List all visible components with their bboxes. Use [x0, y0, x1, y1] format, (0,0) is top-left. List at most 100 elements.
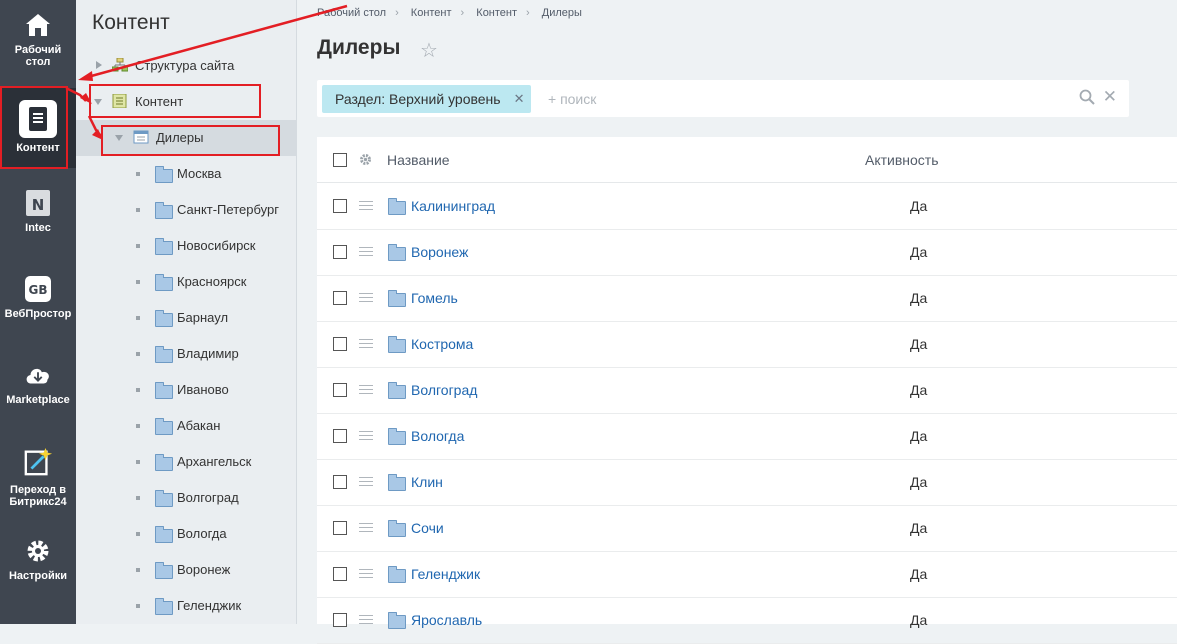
tree-item-label: Воронеж [177, 562, 231, 577]
column-header-name[interactable]: Название [387, 152, 450, 168]
filter-search-bar[interactable]: Раздел: Верхний уровень ✕ + поиск ✕ [317, 80, 1129, 117]
table-row[interactable]: Гомель Да [317, 275, 1177, 322]
bullet-icon [136, 568, 140, 572]
svg-text:N: N [32, 196, 45, 214]
table-row[interactable]: Кострома Да [317, 321, 1177, 368]
table-row[interactable]: Ярославль Да [317, 597, 1177, 644]
table-row[interactable]: Вологда Да [317, 413, 1177, 460]
tree-item-city[interactable]: Вологда [76, 516, 296, 552]
row-name-link[interactable]: Вологда [411, 428, 464, 444]
clear-search-icon[interactable]: ✕ [1103, 87, 1117, 107]
row-checkbox[interactable] [333, 475, 347, 489]
folder-icon [155, 598, 173, 615]
tree-item-city[interactable]: Барнаул [76, 300, 296, 336]
grid-header: Название Активность [317, 137, 1177, 183]
filter-chip-label: Раздел: Верхний уровень [335, 91, 501, 107]
tree-item-city[interactable]: Волгоград [76, 480, 296, 516]
table-row[interactable]: Геленджик Да [317, 551, 1177, 598]
row-name-link[interactable]: Волгоград [411, 382, 477, 398]
table-row[interactable]: Воронеж Да [317, 229, 1177, 276]
nav-item-bitrix24[interactable]: Переход в Битрикс24 [0, 444, 76, 508]
row-checkbox[interactable] [333, 567, 347, 581]
expand-arrow-icon[interactable] [96, 61, 102, 69]
column-header-activity[interactable]: Активность [865, 152, 939, 168]
annotation-highlight-content [89, 84, 261, 118]
folder-icon [388, 428, 406, 445]
drag-handle-icon[interactable] [359, 431, 373, 440]
intec-logo-icon: N [23, 188, 53, 218]
row-name-link[interactable]: Сочи [411, 520, 444, 536]
row-checkbox[interactable] [333, 337, 347, 351]
site-structure-icon [112, 58, 128, 72]
folder-icon [388, 198, 406, 215]
table-row[interactable]: Волгоград Да [317, 367, 1177, 414]
favorite-star-icon[interactable]: ☆ [420, 38, 438, 63]
row-name-link[interactable]: Гомель [411, 290, 458, 306]
table-row[interactable]: Сочи Да [317, 505, 1177, 552]
tree-item-city[interactable]: Воронеж [76, 552, 296, 588]
drag-handle-icon[interactable] [359, 247, 373, 256]
bullet-icon [136, 280, 140, 284]
nav-item-webprostor[interactable]: GB ВебПростор [0, 274, 76, 320]
tree-item-label: Вологда [177, 526, 227, 541]
row-name-link[interactable]: Ярославль [411, 612, 482, 628]
drag-handle-icon[interactable] [359, 385, 373, 394]
breadcrumb-item[interactable]: Контент [476, 7, 517, 19]
select-all-checkbox[interactable] [333, 153, 347, 167]
nav-label: Настройки [8, 570, 68, 582]
row-name-link[interactable]: Калининград [411, 198, 495, 214]
tree-item-label: Иваново [177, 382, 229, 397]
bullet-icon [136, 208, 140, 212]
drag-handle-icon[interactable] [359, 339, 373, 348]
row-checkbox[interactable] [333, 291, 347, 305]
tree-item-site-structure[interactable]: Структура сайта [76, 48, 296, 84]
breadcrumb-item[interactable]: Рабочий стол [317, 7, 386, 19]
tree-item-city[interactable]: Владимир [76, 336, 296, 372]
tree-item-city[interactable]: Иваново [76, 372, 296, 408]
drag-handle-icon[interactable] [359, 569, 373, 578]
drag-handle-icon[interactable] [359, 477, 373, 486]
row-name-link[interactable]: Кострома [411, 336, 473, 352]
breadcrumb-item[interactable]: Контент [411, 7, 452, 19]
drag-handle-icon[interactable] [359, 615, 373, 624]
tree-item-city[interactable]: Архангельск [76, 444, 296, 480]
row-name-link[interactable]: Клин [411, 474, 443, 490]
row-name-link[interactable]: Воронеж [411, 244, 468, 260]
drag-handle-icon[interactable] [359, 201, 373, 210]
search-input[interactable]: + поиск [548, 91, 596, 107]
row-checkbox[interactable] [333, 199, 347, 213]
nav-item-settings[interactable]: Настройки [0, 536, 76, 582]
row-checkbox[interactable] [333, 613, 347, 627]
tree-item-city[interactable]: Абакан [76, 408, 296, 444]
gear-icon[interactable] [359, 153, 372, 166]
drag-handle-icon[interactable] [359, 293, 373, 302]
nav-item-intec[interactable]: N Intec [0, 188, 76, 234]
tree-item-label: Структура сайта [135, 58, 235, 73]
table-row[interactable]: Клин Да [317, 459, 1177, 506]
filter-chip[interactable]: Раздел: Верхний уровень ✕ [322, 85, 531, 113]
page-title: Дилеры [317, 36, 401, 59]
row-activity: Да [910, 336, 928, 352]
tree-item-city[interactable]: Геленджик [76, 588, 296, 624]
tree-item-city[interactable]: Санкт-Петербург [76, 192, 296, 228]
row-checkbox[interactable] [333, 521, 347, 535]
remove-chip-icon[interactable]: ✕ [514, 85, 525, 113]
gear-icon [23, 536, 53, 566]
search-icon[interactable] [1079, 89, 1095, 105]
row-checkbox[interactable] [333, 245, 347, 259]
nav-item-marketplace[interactable]: Marketplace [0, 360, 76, 406]
tree-item-city[interactable]: Красноярск [76, 264, 296, 300]
tree-item-city[interactable]: Москва [76, 156, 296, 192]
tree-item-label: Москва [177, 166, 222, 181]
folder-icon [155, 310, 173, 327]
folder-icon [388, 244, 406, 261]
row-checkbox[interactable] [333, 383, 347, 397]
row-name-link[interactable]: Геленджик [411, 566, 480, 582]
table-row[interactable]: Калининград Да [317, 183, 1177, 230]
bullet-icon [136, 244, 140, 248]
nav-item-desktop[interactable]: Рабочий стол [0, 10, 76, 68]
breadcrumb-item[interactable]: Дилеры [542, 7, 582, 19]
drag-handle-icon[interactable] [359, 523, 373, 532]
row-checkbox[interactable] [333, 429, 347, 443]
tree-item-city[interactable]: Новосибирск [76, 228, 296, 264]
